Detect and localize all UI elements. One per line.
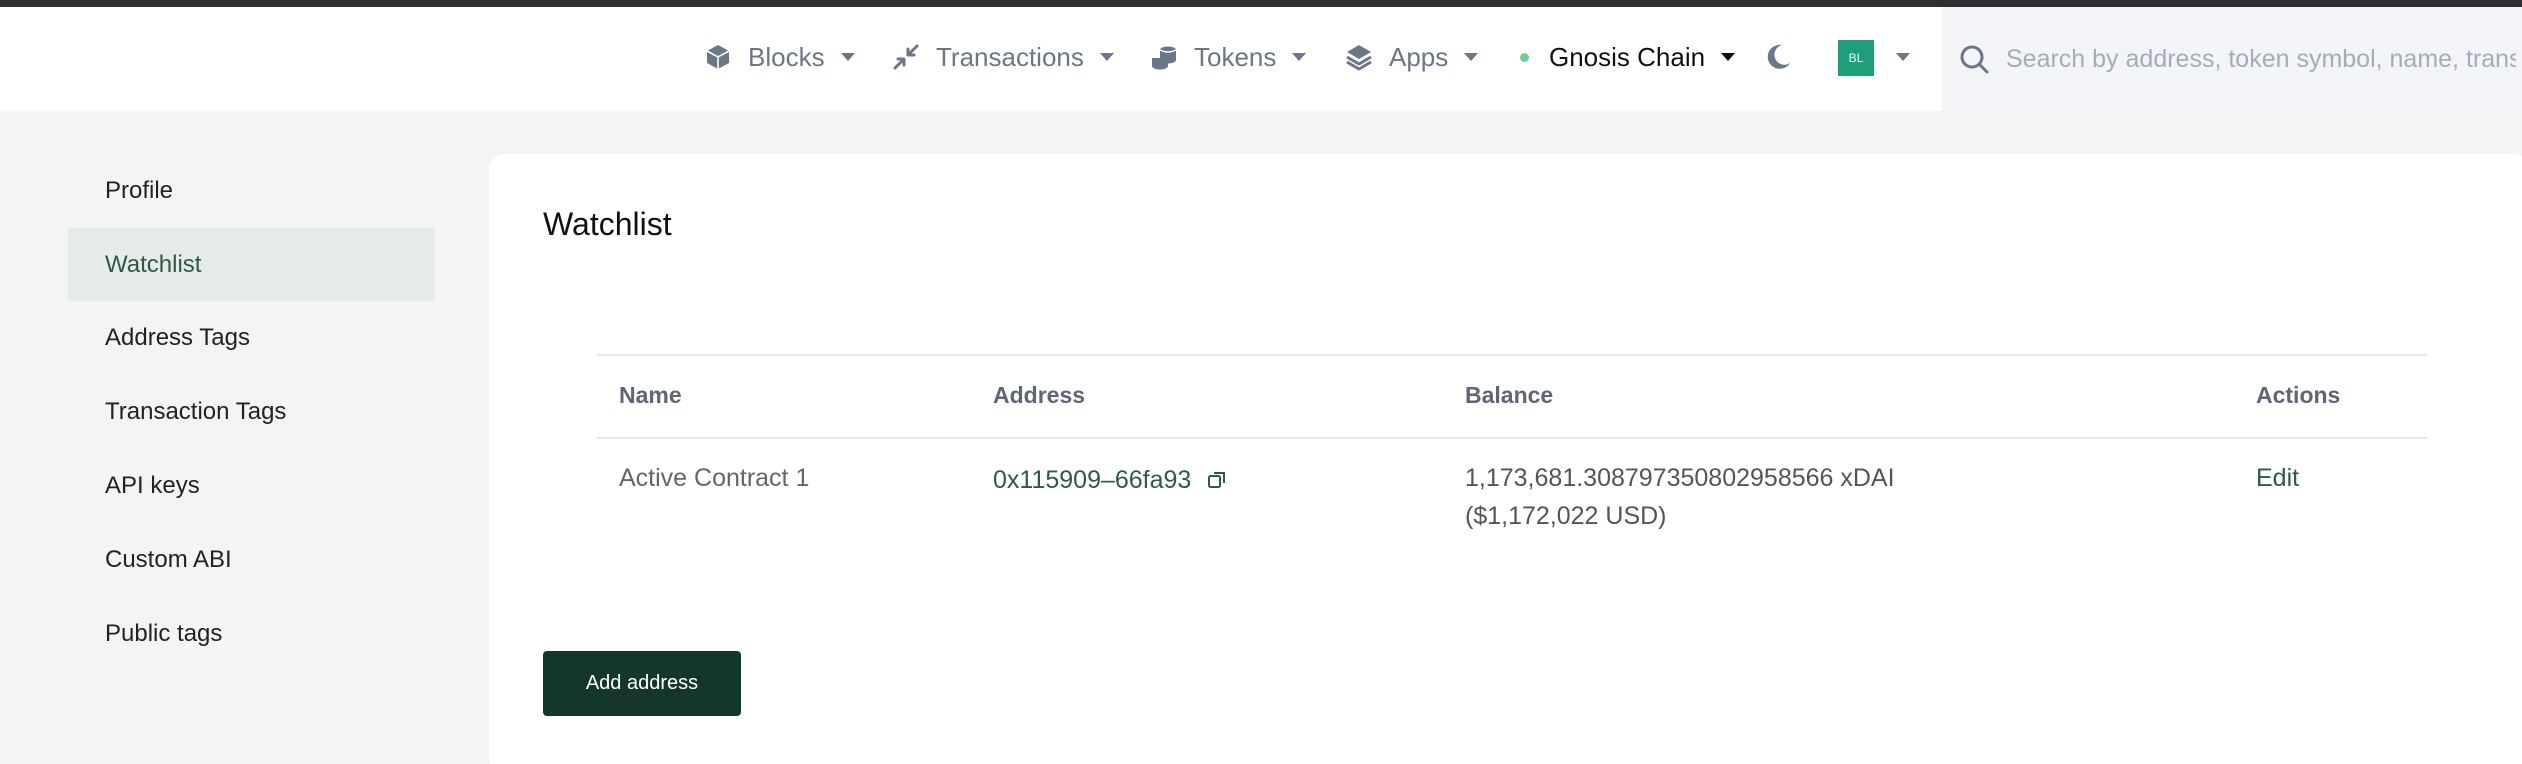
sidebar-item-label: Watchlist — [105, 250, 202, 278]
search-input[interactable] — [2006, 44, 2516, 74]
cube-icon — [700, 39, 736, 75]
balance-value: 1,173,681.308797350802958566 xDAI — [1465, 464, 1895, 492]
nav-apps-label: Apps — [1389, 41, 1449, 72]
edit-button[interactable]: Edit — [2256, 459, 2299, 497]
nav-tokens-label: Tokens — [1194, 41, 1277, 72]
sidebar-item-watchlist[interactable]: Watchlist — [68, 228, 435, 301]
layers-icon — [1341, 39, 1377, 75]
chevron-down-icon — [1896, 53, 1910, 61]
arrows-icon — [888, 39, 924, 75]
table-header: Name Address Balance Actions — [597, 354, 2427, 439]
row-balance: 1,173,681.308797350802958566 xDAI ($1,17… — [1465, 459, 1895, 535]
chain-selector[interactable]: Gnosis Chain — [1520, 7, 1736, 107]
avatar[interactable]: BL — [1838, 40, 1874, 76]
sidebar-item-label: Address Tags — [105, 323, 250, 351]
sidebar-item-label: Profile — [105, 176, 174, 204]
sidebar-item-label: Public tags — [105, 619, 223, 647]
chevron-down-icon — [1099, 53, 1114, 61]
theme-toggle[interactable] — [1760, 7, 1808, 107]
add-address-button[interactable]: Add address — [543, 651, 741, 716]
sidebar-item-label: Transaction Tags — [105, 397, 287, 425]
row-name: Active Contract 1 — [619, 464, 810, 492]
sidebar-item-label: API keys — [105, 471, 200, 499]
column-header-balance: Balance — [1465, 382, 1554, 408]
account-menu[interactable] — [1896, 7, 1910, 107]
column-header-name: Name — [619, 382, 682, 408]
sidebar-item-label: Custom ABI — [105, 545, 232, 573]
chain-status-dot — [1520, 52, 1529, 62]
chevron-down-icon — [1721, 53, 1736, 61]
column-header-address: Address — [993, 382, 1086, 408]
page-title: Watchlist — [543, 206, 672, 242]
address-text: 0x115909–66fa93 — [993, 466, 1192, 494]
chevron-down-icon — [1464, 53, 1479, 61]
table-row: Active Contract 1 0x115909–66fa93 1,173,… — [597, 439, 2427, 589]
sidebar-item-profile[interactable]: Profile — [68, 154, 435, 227]
nav-blocks[interactable]: Blocks — [700, 7, 855, 107]
sidebar-item-api-keys[interactable]: API keys — [68, 449, 435, 522]
copy-icon[interactable] — [1207, 470, 1227, 490]
top-border — [0, 0, 2522, 7]
chevron-down-icon — [840, 53, 855, 61]
balance-usd: ($1,172,022 USD) — [1465, 502, 1667, 530]
sidebar-item-address-tags[interactable]: Address Tags — [68, 301, 435, 374]
chevron-down-icon — [1292, 53, 1307, 61]
sidebar-item-public-tags[interactable]: Public tags — [68, 597, 435, 670]
nav-blocks-label: Blocks — [748, 41, 825, 72]
column-header-actions: Actions — [2256, 382, 2341, 408]
moon-icon — [1760, 39, 1796, 75]
nav-tokens[interactable]: Tokens — [1146, 7, 1307, 107]
address-link[interactable]: 0x115909–66fa93 — [993, 461, 1227, 499]
coins-icon — [1146, 39, 1182, 75]
nav-apps[interactable]: Apps — [1341, 7, 1479, 107]
nav-transactions-label: Transactions — [936, 41, 1084, 72]
header: Blocks Transactions Tokens Apps Gnosis C… — [0, 7, 2522, 111]
nav-transactions[interactable]: Transactions — [888, 7, 1114, 107]
search-bar — [1942, 7, 2522, 111]
chain-label: Gnosis Chain — [1549, 41, 1706, 72]
search-icon — [1956, 41, 1992, 77]
sidebar-item-transaction-tags[interactable]: Transaction Tags — [68, 375, 435, 448]
watchlist-card: Watchlist Name Address Balance Actions A… — [489, 154, 2522, 764]
sidebar-item-custom-abi[interactable]: Custom ABI — [68, 523, 435, 596]
